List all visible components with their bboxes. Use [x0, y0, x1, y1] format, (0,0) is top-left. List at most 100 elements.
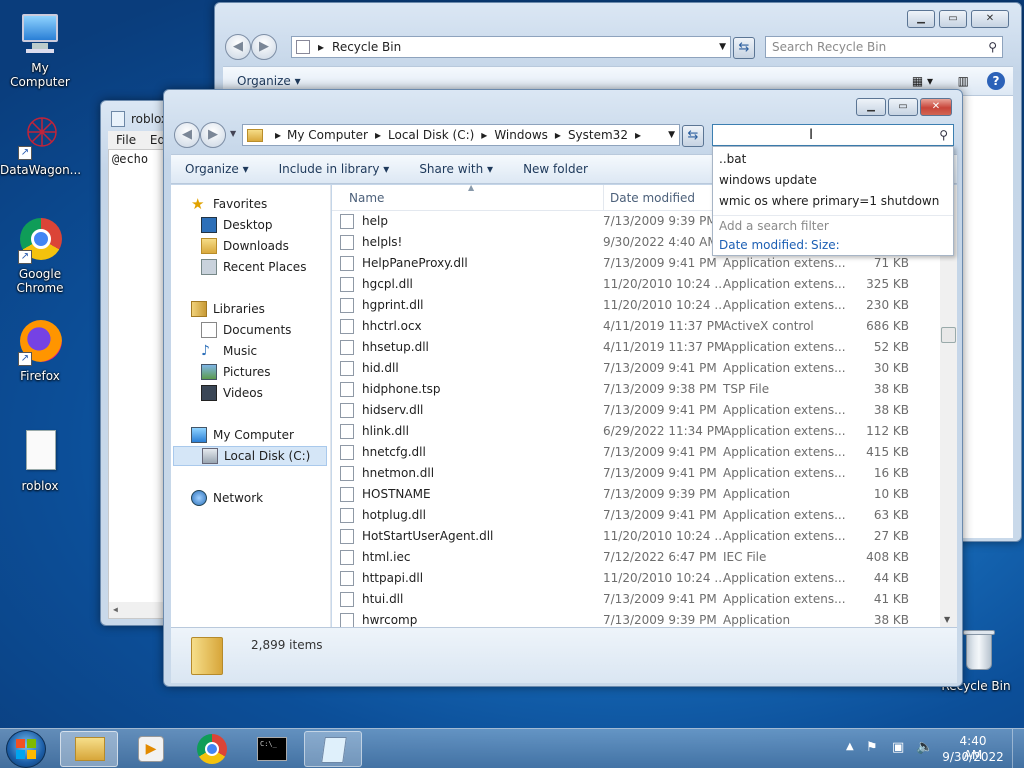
back-button[interactable]: ◀ [225, 34, 251, 60]
scroll-down-arrow[interactable]: ▼ [944, 615, 950, 624]
file-icon [340, 424, 354, 439]
suggestion-item[interactable]: windows update [719, 173, 817, 187]
maximize-button[interactable]: ▭ [939, 10, 967, 28]
explorer-window[interactable]: ▁ ▭ ✕ ◀ ▶ ▼ ▸ My Computer ▸ Local Disk (… [163, 89, 963, 687]
nav-recent-places[interactable]: Recent Places [201, 257, 306, 277]
suggestion-item[interactable]: wmic os where primary=1 shutdown [719, 194, 939, 208]
volume-icon[interactable]: 🔈 [916, 739, 933, 755]
nav-documents[interactable]: Documents [201, 320, 291, 340]
column-name[interactable]: Name [349, 191, 384, 205]
desktop-icon-chrome[interactable]: ↗ Google Chrome [0, 216, 80, 295]
address-bar[interactable]: ▸ My Computer ▸ Local Disk (C:) ▸ Window… [242, 124, 680, 146]
column-date-modified[interactable]: Date modified [610, 191, 695, 205]
minimize-button[interactable]: ▁ [856, 98, 886, 116]
start-button[interactable] [6, 730, 46, 768]
taskbar-cmd[interactable]: C:\_ [244, 731, 302, 767]
nav-pictures[interactable]: Pictures [201, 362, 271, 382]
table-row[interactable]: hwrcomp 7/13/2009 9:39 PM Application 38 KB [332, 610, 941, 627]
view-options-icon[interactable]: ▦ ▾ [912, 74, 933, 88]
table-row[interactable]: hidphone.tsp 7/13/2009 9:38 PM TSP File 38 … [332, 379, 941, 400]
nav-network[interactable]: Network [191, 488, 263, 508]
table-row[interactable]: httpapi.dll 11/20/2010 10:24 ... Applicati… [332, 568, 941, 589]
new-folder-button[interactable]: New folder [509, 162, 604, 176]
taskbar-notepad[interactable] [304, 731, 362, 767]
organize-button[interactable]: Organize ▾ [223, 74, 317, 88]
nav-local-disk[interactable]: Local Disk (C:) [173, 446, 327, 466]
suggestion-item[interactable]: ..bat [719, 152, 746, 166]
nav-videos[interactable]: Videos [201, 383, 263, 403]
recent-pages-icon[interactable]: ▼ [230, 129, 236, 138]
filter-date-modified[interactable]: Date modified: [719, 238, 808, 252]
filter-size[interactable]: Size: [811, 238, 840, 252]
minimize-button[interactable]: ▁ [907, 10, 935, 28]
preview-pane-icon[interactable]: ▥ [958, 74, 969, 88]
file-date: 4/11/2019 11:37 PM [603, 340, 725, 354]
organize-button[interactable]: Organize ▾ [171, 162, 265, 176]
show-desktop-button[interactable] [1012, 729, 1024, 768]
include-in-library-button[interactable]: Include in library ▾ [265, 162, 406, 176]
nav-favorites[interactable]: ★ Favorites [191, 194, 267, 214]
file-date: 7/13/2009 9:41 PM [603, 592, 717, 606]
desktop-icon-label: My Computer [10, 61, 70, 89]
forward-button[interactable]: ▶ [200, 122, 226, 148]
table-row[interactable]: htui.dll 7/13/2009 9:41 PM Application ext… [332, 589, 941, 610]
table-row[interactable]: hgcpl.dll 11/20/2010 10:24 ... Application… [332, 274, 941, 295]
network-icon[interactable]: ▣ [892, 740, 904, 755]
forward-button[interactable]: ▶ [251, 34, 277, 60]
refresh-button[interactable]: ⇆ [733, 37, 755, 59]
drive-icon [202, 448, 218, 464]
show-hidden-icons-icon[interactable]: ▲ [846, 741, 854, 752]
share-with-button[interactable]: Share with ▾ [405, 162, 509, 176]
close-button[interactable]: ✕ [920, 98, 952, 116]
table-row[interactable]: hgprint.dll 11/20/2010 10:24 ... Applicati… [332, 295, 941, 316]
nav-desktop[interactable]: Desktop [201, 215, 273, 235]
refresh-button[interactable]: ⇆ [682, 125, 704, 147]
search-input[interactable]: I ⚲ [712, 124, 954, 146]
scrollbar-thumb[interactable] [941, 327, 956, 343]
taskbar-chrome[interactable] [184, 731, 242, 767]
nav-downloads[interactable]: Downloads [201, 236, 289, 256]
table-row[interactable]: html.iec 7/12/2022 6:47 PM IEC File 408 KB [332, 547, 941, 568]
back-button[interactable]: ◀ [174, 122, 200, 148]
nav-libraries[interactable]: Libraries [191, 299, 265, 319]
taskbar-explorer[interactable] [60, 731, 118, 767]
desktop-icon-firefox[interactable]: ↗ Firefox [0, 318, 80, 383]
table-row[interactable]: HelpPaneProxy.dll 7/13/2009 9:41 PM Applic… [332, 253, 941, 274]
breadcrumb-local-disk[interactable]: Local Disk (C:) [388, 128, 474, 142]
breadcrumb-system32[interactable]: System32 [568, 128, 628, 142]
close-button[interactable]: ✕ [971, 10, 1009, 28]
nav-my-computer[interactable]: My Computer [191, 425, 294, 445]
maximize-button[interactable]: ▭ [888, 98, 918, 116]
nav-music[interactable]: ♪ Music [201, 341, 257, 361]
file-date: 7/13/2009 9:41 PM [603, 466, 717, 480]
table-row[interactable]: hlink.dll 6/29/2022 11:34 PM Application e… [332, 421, 941, 442]
menu-file[interactable]: File [116, 133, 136, 147]
table-row[interactable]: hnetcfg.dll 7/13/2009 9:41 PM Application … [332, 442, 941, 463]
table-row[interactable]: HOSTNAME 7/13/2009 9:39 PM Application 10 K… [332, 484, 941, 505]
chevron-down-icon[interactable]: ▼ [719, 42, 726, 52]
desktop-icon-my-computer[interactable]: My Computer [0, 10, 80, 89]
table-row[interactable]: hhctrl.ocx 4/11/2019 11:37 PM ActiveX cont… [332, 316, 941, 337]
table-row[interactable]: hnetmon.dll 7/13/2009 9:41 PM Application … [332, 463, 941, 484]
desktop-icon-roblox[interactable]: roblox [0, 428, 80, 493]
table-row[interactable]: HotStartUserAgent.dll 11/20/2010 10:24 ..… [332, 526, 941, 547]
file-date: 7/13/2009 9:39 PM [603, 487, 717, 501]
breadcrumb-my-computer[interactable]: My Computer [287, 128, 368, 142]
action-center-icon[interactable]: ⚑ [866, 740, 878, 755]
desktop-icon-datawagon[interactable]: ↗ DataWagon... [0, 112, 81, 177]
breadcrumb-windows[interactable]: Windows [494, 128, 548, 142]
table-row[interactable]: hidserv.dll 7/13/2009 9:41 PM Application … [332, 400, 941, 421]
address-bar[interactable]: ▸ Recycle Bin ▼ [291, 36, 731, 58]
search-input[interactable]: Search Recycle Bin ⚲ [765, 36, 1003, 58]
table-row[interactable]: hotplug.dll 7/13/2009 9:41 PM Application … [332, 505, 941, 526]
clock-date[interactable]: 9/30/2022 [942, 750, 1004, 764]
file-icon [340, 445, 354, 460]
table-row[interactable]: hid.dll 7/13/2009 9:41 PM Application exte… [332, 358, 941, 379]
table-row[interactable]: hhsetup.dll 4/11/2019 11:37 PM Application… [332, 337, 941, 358]
file-type: Application extens... [723, 466, 846, 480]
file-size: 10 KB [873, 487, 909, 501]
taskbar-media-player[interactable]: ▶ [122, 731, 180, 767]
file-type: Application extens... [723, 403, 846, 417]
help-icon[interactable]: ? [987, 72, 1005, 90]
chevron-down-icon[interactable]: ▼ [668, 130, 675, 140]
